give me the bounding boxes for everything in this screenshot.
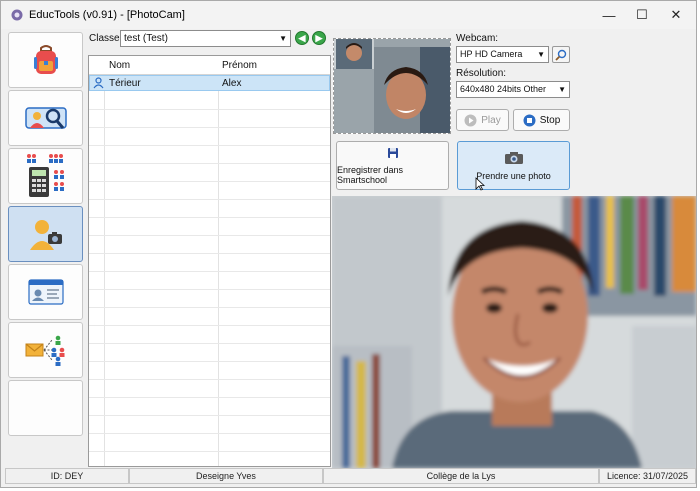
grid-row-line [89,379,330,380]
close-button[interactable]: ✕ [662,5,690,25]
play-button[interactable]: Play [456,109,509,131]
grid-header: Nom Prénom [89,56,330,75]
status-licence: Licence: 31/07/2025 [599,468,696,484]
grid-column-divider [104,56,105,466]
classe-select[interactable]: test (Test) ▼ [120,30,291,47]
photo-thumbnail [333,38,451,134]
webcam-label: Webcam: [456,33,499,44]
minimize-button[interactable]: — [595,5,623,25]
maximize-button[interactable]: ☐ [628,5,656,25]
next-arrow-icon[interactable]: ▶ [312,31,326,45]
calculator-groups-icon [26,154,64,197]
floppy-disk-icon [387,147,398,158]
sidebar-item-calculator-groups[interactable] [8,148,83,204]
portrait-thumbnail-image [334,39,450,133]
grid-row-line [89,253,330,254]
grid-row-line [89,109,330,110]
take-photo-label: Prendre une photo [476,170,551,181]
mouse-cursor-icon [475,177,485,191]
status-user-id: ID: DEY [5,468,129,484]
resolution-value: 640x480 24bits Other [460,84,547,94]
save-smartschool-button[interactable]: Enregistrer dans Smartschool [336,141,449,190]
stop-label: Stop [539,114,561,126]
grid-row-line [89,235,330,236]
grid-column-divider [218,56,219,466]
app-window: EducTools (v0.91) - [PhotoCam] — ☐ ✕ Cla… [0,0,697,488]
sidebar-item-empty[interactable] [8,380,83,436]
stop-icon [523,114,536,126]
sidebar-item-photocam[interactable] [8,206,83,262]
grid-row-line [89,181,330,182]
sidebar-item-student-search[interactable] [8,90,83,146]
table-row[interactable]: Térieur Alex [89,75,330,91]
play-icon [464,114,477,126]
backpack-icon [33,45,58,74]
sidebar-item-id-card[interactable] [8,264,83,320]
minimize-icon: — [602,7,616,23]
grid-row-line [89,343,330,344]
title-bar: EducTools (v0.91) - [PhotoCam] — ☐ ✕ [1,1,696,29]
cell-nom: Térieur [109,78,141,89]
grid-row-line [89,163,330,164]
chevron-down-icon: ▼ [558,85,566,94]
student-search-icon [24,107,67,129]
portrait-live-image [332,196,696,468]
chevron-down-icon: ▼ [537,50,545,59]
webcam-live-feed [332,196,696,468]
camera-icon [504,151,523,164]
sidebar-item-mail-group[interactable] [8,322,83,378]
webcam-value: HP HD Camera [460,49,523,59]
app-logo-icon [11,9,23,21]
grid-row-line [89,271,330,272]
status-bar: ID: DEY Deseigne Yves Collège de la Lys … [5,468,696,484]
play-label: Play [481,114,501,126]
id-card-icon [27,279,64,305]
grid-row-line [89,127,330,128]
grid-row-line [89,451,330,452]
grid-row-line [89,307,330,308]
person-camera-icon [29,220,62,250]
grid-row-line [89,289,330,290]
window-title: EducTools (v0.91) - [PhotoCam] [29,9,185,21]
mail-group-icon [25,335,64,366]
column-header-prenom[interactable]: Prénom [222,60,257,71]
grid-row-line [89,325,330,326]
chevron-down-icon: ▼ [279,34,287,43]
grid-row-line [89,361,330,362]
maximize-icon: ☐ [636,7,648,22]
search-icon [555,49,567,61]
webcam-select[interactable]: HP HD Camera ▼ [456,46,549,63]
previous-arrow-icon[interactable]: ◀ [295,31,309,45]
grid-row-line [89,433,330,434]
column-header-nom[interactable]: Nom [109,60,130,71]
resolution-select[interactable]: 640x480 24bits Other ▼ [456,81,570,98]
sidebar-item-backpack[interactable] [8,32,83,88]
status-school-name: Collège de la Lys [323,468,599,484]
save-smartschool-label: Enregistrer dans Smartschool [337,164,404,185]
person-icon [93,77,104,89]
take-photo-button[interactable]: Prendre une photo [457,141,570,190]
grid-row-line [89,397,330,398]
sidebar [6,31,85,467]
classe-label: Classe: [89,33,123,44]
grid-row-line [89,415,330,416]
cell-prenom: Alex [222,78,242,89]
student-grid: Nom Prénom Térieur Alex [88,55,331,467]
grid-row-line [89,199,330,200]
status-user-name: Deseigne Yves [129,468,323,484]
webcam-search-button[interactable] [552,46,570,63]
classe-value: test (Test) [124,33,168,44]
resolution-label: Résolution: [456,68,507,79]
grid-row-line [89,145,330,146]
grid-row-line [89,217,330,218]
stop-button[interactable]: Stop [513,109,570,131]
close-icon: ✕ [670,7,682,22]
